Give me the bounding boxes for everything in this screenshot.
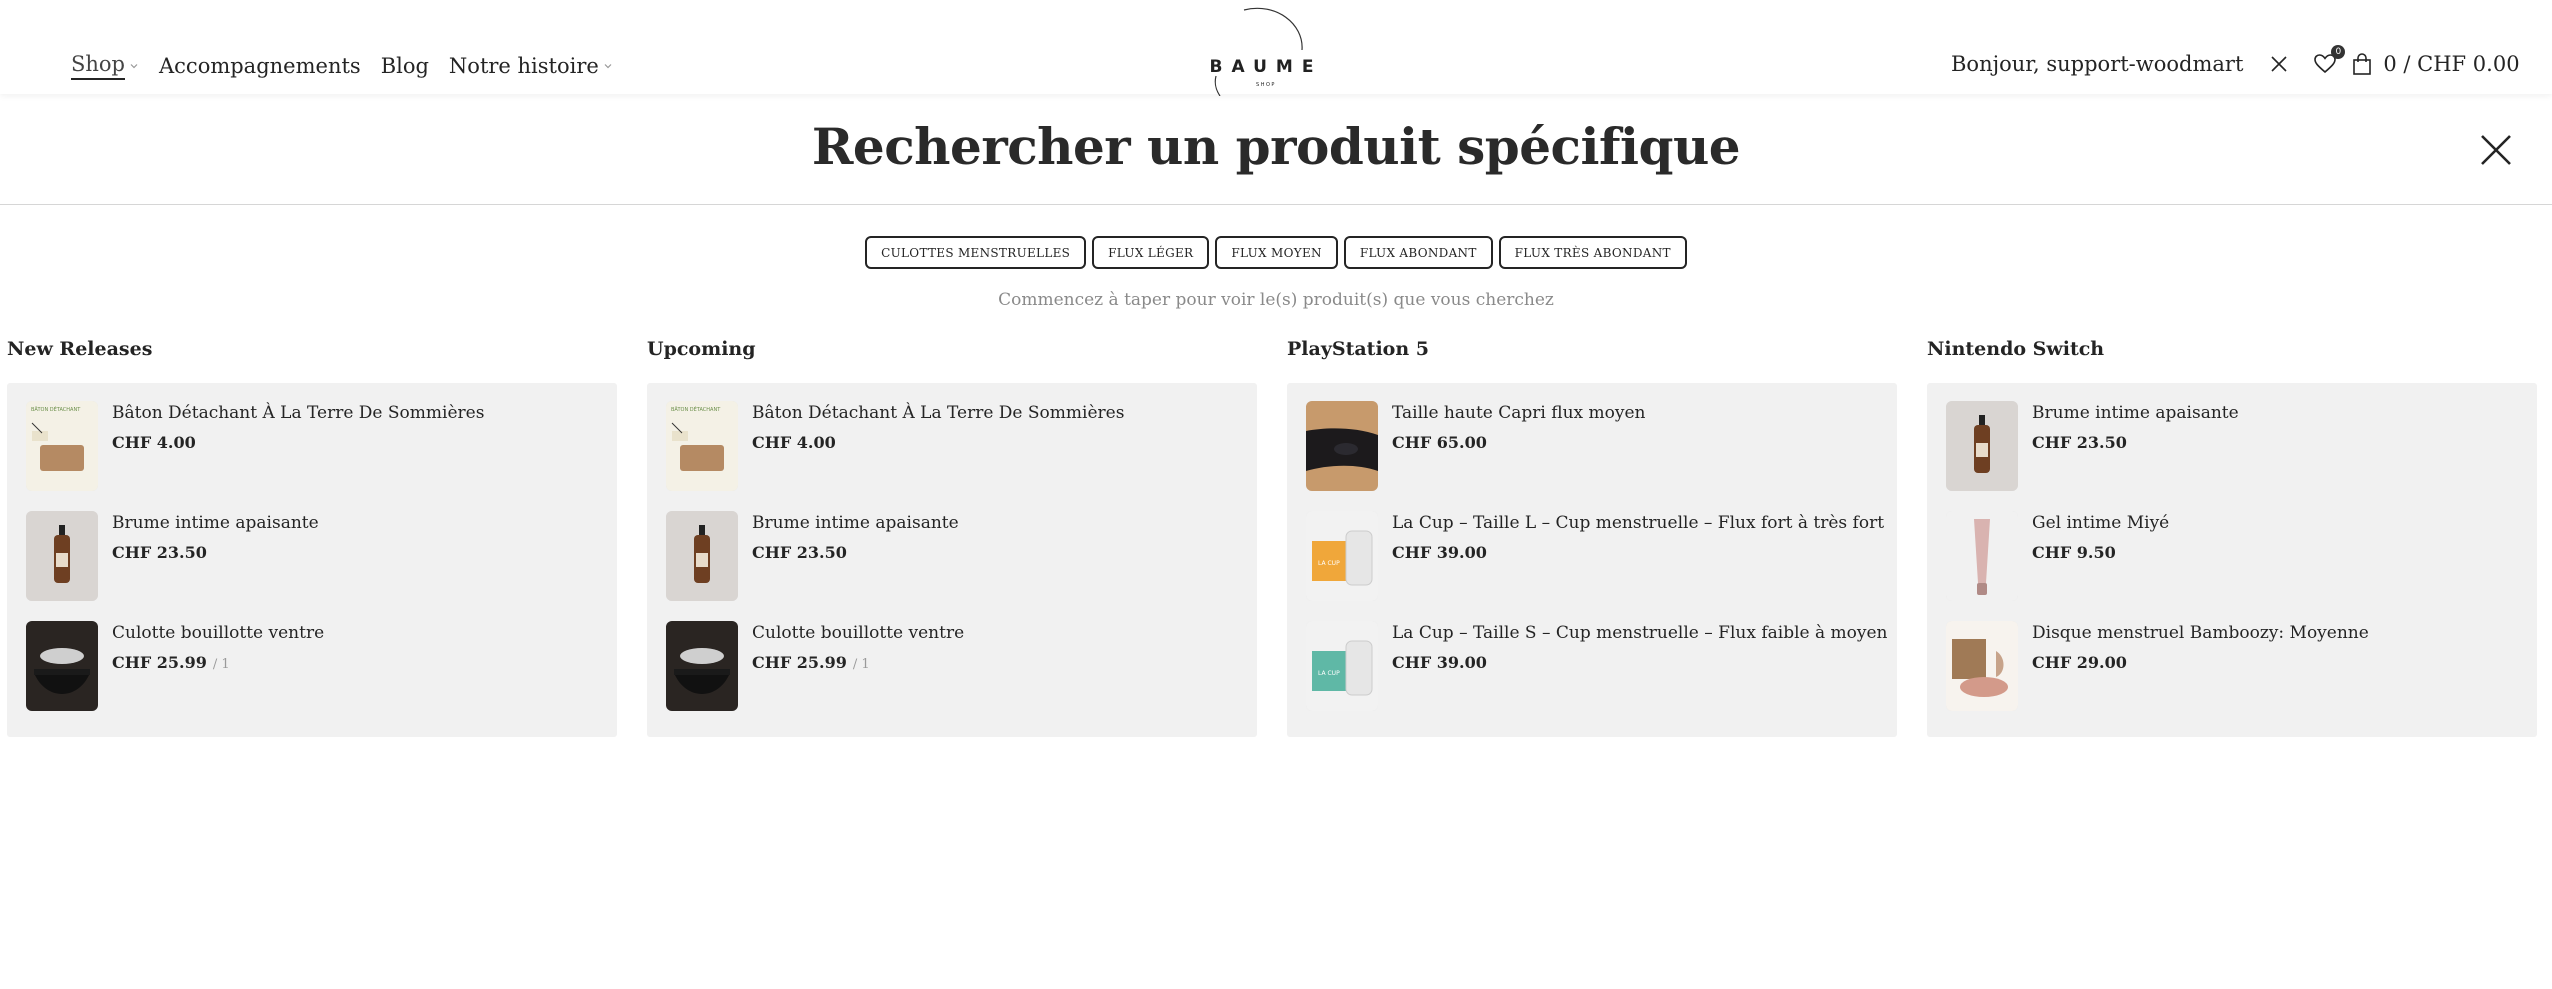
product-item[interactable]: LA CUP La Cup – Taille S – Cup menstruel… xyxy=(1287,621,1897,731)
svg-text:LA CUP: LA CUP xyxy=(1318,560,1340,567)
column-title: New Releases xyxy=(7,338,153,360)
cart-summary[interactable]: 0 / CHF 0.00 xyxy=(2383,52,2519,76)
column-title: PlayStation 5 xyxy=(1287,338,1429,360)
column-title: Upcoming xyxy=(647,338,756,360)
product-name[interactable]: Disque menstruel Bamboozy: Moyenne xyxy=(2032,623,2369,643)
baton-thumb[interactable]: BÂTON DÉTACHANT xyxy=(26,401,98,491)
product-price: CHF 39.00 xyxy=(1392,543,1487,562)
product-price: CHF 39.00 xyxy=(1392,653,1487,672)
search-tag[interactable]: FLUX LÉGER xyxy=(1092,236,1210,269)
product-price: CHF 23.50 xyxy=(2032,433,2127,452)
header-account-area: Bonjour, support-woodmart 0 0 / CHF 0.00 xyxy=(1951,45,2520,76)
product-price: CHF 23.50 xyxy=(112,543,207,562)
product-list: Brume intime apaisante CHF 23.50 Gel int… xyxy=(1927,383,2537,737)
product-name[interactable]: Bâton Détachant À La Terre De Sommières xyxy=(112,403,484,423)
product-price: CHF 29.00 xyxy=(2032,653,2127,672)
product-column-upcoming: Upcoming BÂTON DÉTACHANT Bâton Détachant… xyxy=(647,338,1257,737)
nav-item-label: Blog xyxy=(380,54,429,78)
cup-teal-thumb[interactable]: LA CUP xyxy=(1306,621,1378,711)
site-header: Shop Accompagnements Blog Notre histoire… xyxy=(0,0,2552,96)
nav-item-label: Accompagnements xyxy=(159,54,361,78)
product-item[interactable]: Culotte bouillotte ventre CHF 25.99 / 1 xyxy=(7,621,617,731)
capri-thumb[interactable] xyxy=(1306,401,1378,491)
product-name[interactable]: Brume intime apaisante xyxy=(752,513,959,533)
svg-text:BÂTON DÉTACHANT: BÂTON DÉTACHANT xyxy=(671,405,721,413)
nav-item-label: Shop xyxy=(71,52,125,80)
product-name[interactable]: Culotte bouillotte ventre xyxy=(112,623,324,643)
product-price: CHF 23.50 xyxy=(752,543,847,562)
search-divider xyxy=(0,204,2552,205)
product-item[interactable]: Brume intime apaisante CHF 23.50 xyxy=(7,511,617,621)
svg-text:LA CUP: LA CUP xyxy=(1318,670,1340,677)
chevron-down-icon xyxy=(604,64,612,69)
product-column-nintendo-switch: Nintendo Switch Brume intime apaisante C… xyxy=(1927,338,2537,737)
product-price: CHF 4.00 xyxy=(112,433,196,452)
product-price: CHF 4.00 xyxy=(752,433,836,452)
shopping-bag-icon[interactable] xyxy=(2351,52,2373,76)
product-name[interactable]: Brume intime apaisante xyxy=(112,513,319,533)
product-item[interactable]: Brume intime apaisante CHF 23.50 xyxy=(647,511,1257,621)
product-name[interactable]: Taille haute Capri flux moyen xyxy=(1392,403,1646,423)
product-qty: / 1 xyxy=(212,657,230,672)
nav-item-notre-histoire[interactable]: Notre histoire xyxy=(449,54,613,78)
product-name[interactable]: Bâton Détachant À La Terre De Sommières xyxy=(752,403,1124,423)
product-name[interactable]: Brume intime apaisante xyxy=(2032,403,2239,423)
search-tag-list: CULOTTES MENSTRUELLES FLUX LÉGER FLUX MO… xyxy=(0,236,2552,269)
search-tag[interactable]: FLUX MOYEN xyxy=(1215,236,1338,269)
chevron-down-icon xyxy=(130,64,138,69)
culotte-thumb[interactable] xyxy=(666,621,738,711)
main-nav: Shop Accompagnements Blog Notre histoire xyxy=(71,52,613,80)
nav-item-shop[interactable]: Shop xyxy=(71,52,139,80)
baton-thumb[interactable]: BÂTON DÉTACHANT xyxy=(666,401,738,491)
product-name[interactable]: Gel intime Miyé xyxy=(2032,513,2169,533)
nav-item-label: Notre histoire xyxy=(448,54,599,78)
column-title: Nintendo Switch xyxy=(1927,338,2105,360)
nav-item-blog[interactable]: Blog xyxy=(381,54,429,78)
account-greeting[interactable]: Bonjour, support-woodmart xyxy=(1951,52,2243,76)
culotte-thumb[interactable] xyxy=(26,621,98,711)
product-item[interactable]: Gel intime Miyé CHF 9.50 xyxy=(1927,511,2537,621)
product-item[interactable]: BÂTON DÉTACHANT Bâton Détachant À La Ter… xyxy=(647,401,1257,511)
close-search-icon[interactable] xyxy=(2478,132,2514,168)
product-item[interactable]: Disque menstruel Bamboozy: Moyenne CHF 2… xyxy=(1927,621,2537,731)
product-price: CHF 25.99 xyxy=(752,653,847,672)
nav-item-accompagnements[interactable]: Accompagnements xyxy=(159,54,361,78)
product-item[interactable]: Culotte bouillotte ventre CHF 25.99 / 1 xyxy=(647,621,1257,731)
search-tag[interactable]: CULOTTES MENSTRUELLES xyxy=(865,236,1087,269)
search-title: Rechercher un produit spécifique xyxy=(811,117,1741,176)
baume-logo[interactable]: BAUME SHOP xyxy=(1196,6,1336,96)
svg-text:BÂTON DÉTACHANT: BÂTON DÉTACHANT xyxy=(31,405,81,413)
search-tag[interactable]: FLUX TRÈS ABONDANT xyxy=(1498,236,1687,269)
wishlist-heart-icon[interactable]: 0 xyxy=(2313,45,2346,75)
gel-tube-thumb[interactable] xyxy=(1946,511,2018,601)
disque-thumb[interactable] xyxy=(1946,621,2018,711)
product-item[interactable]: BÂTON DÉTACHANT Bâton Détachant À La Ter… xyxy=(7,401,617,511)
product-name[interactable]: Culotte bouillotte ventre xyxy=(752,623,964,643)
product-item[interactable]: Brume intime apaisante CHF 23.50 xyxy=(1927,401,2537,511)
wishlist-count-badge: 0 xyxy=(2331,45,2346,59)
logo-subtext: SHOP xyxy=(1256,82,1276,88)
product-qty: / 1 xyxy=(852,657,870,672)
spray-bottle-thumb[interactable] xyxy=(1946,401,2018,491)
product-list: BÂTON DÉTACHANT Bâton Détachant À La Ter… xyxy=(7,383,617,737)
product-name[interactable]: La Cup – Taille S – Cup menstruelle – Fl… xyxy=(1392,623,1888,643)
product-item[interactable]: LA CUP La Cup – Taille L – Cup menstruel… xyxy=(1287,511,1897,621)
product-list: Taille haute Capri flux moyen CHF 65.00 … xyxy=(1287,383,1897,737)
product-price: CHF 65.00 xyxy=(1392,433,1487,452)
close-icon[interactable] xyxy=(2269,54,2289,74)
product-price: CHF 25.99 xyxy=(112,653,207,672)
product-list: BÂTON DÉTACHANT Bâton Détachant À La Ter… xyxy=(647,383,1257,737)
product-column-new-releases: New Releases BÂTON DÉTACHANT Bâton Détac… xyxy=(7,338,617,737)
product-column-playstation-5: PlayStation 5 Taille haute Capri flux mo… xyxy=(1287,338,1897,737)
product-name[interactable]: La Cup – Taille L – Cup menstruelle – Fl… xyxy=(1392,513,1884,533)
logo-text: BAUME xyxy=(1210,57,1323,77)
spray-bottle-thumb[interactable] xyxy=(26,511,98,601)
product-item[interactable]: Taille haute Capri flux moyen CHF 65.00 xyxy=(1287,401,1897,511)
search-tag[interactable]: FLUX ABONDANT xyxy=(1343,236,1493,269)
cup-orange-thumb[interactable]: LA CUP xyxy=(1306,511,1378,601)
search-hint: Commencez à taper pour voir le(s) produi… xyxy=(998,290,1554,310)
product-price: CHF 9.50 xyxy=(2032,543,2116,562)
spray-bottle-thumb[interactable] xyxy=(666,511,738,601)
